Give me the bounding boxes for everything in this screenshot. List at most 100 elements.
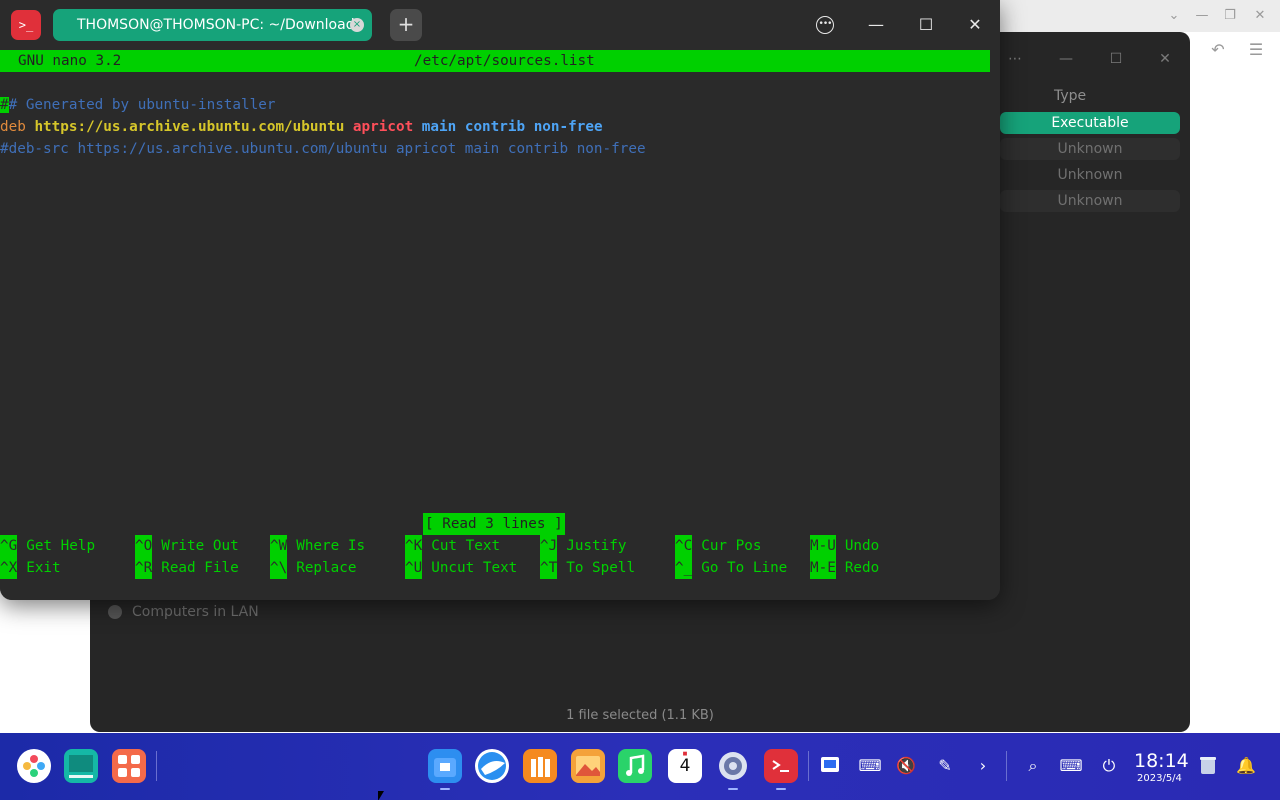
app-store-icon[interactable] (428, 749, 462, 783)
terminal-taskbar-icon[interactable] (764, 749, 798, 783)
nano-header-bar: GNU nano 3.2 /etc/apt/sources.list (0, 50, 990, 72)
onscreen-keyboard-icon[interactable]: ⌨ (1058, 753, 1084, 779)
close-button[interactable]: ✕ (963, 13, 987, 37)
calendar-icon[interactable]: ■ 4 (668, 749, 702, 783)
music-icon[interactable] (618, 749, 652, 783)
shortcut-undo: M-U Undo (810, 535, 879, 557)
menu-icon[interactable]: ••• (816, 16, 834, 34)
shortcut-go-to-line: ^_ Go To Line (675, 557, 787, 579)
settings-icon[interactable] (716, 749, 750, 783)
trash-icon[interactable] (1195, 753, 1221, 779)
type-cell[interactable]: Unknown (1000, 138, 1180, 160)
url-text: https://us.archive.ubuntu.com/ubuntu (34, 119, 345, 135)
shortcut-key: ^T (540, 557, 558, 579)
shortcut-label: Cut Text (431, 538, 501, 554)
shortcut-justify: ^J Justify (540, 535, 626, 557)
shortcut-read-file: ^R Read File (135, 557, 239, 579)
expand-tray-icon[interactable]: › (970, 753, 996, 779)
text-cursor: # (0, 97, 9, 113)
image-viewer-icon[interactable] (571, 749, 605, 783)
minimize-button[interactable]: — (864, 13, 888, 37)
editor-line[interactable]: deb https://us.archive.ubuntu.com/ubuntu… (0, 116, 603, 138)
workspace-icon[interactable] (112, 749, 146, 783)
status-bar: 1 file selected (1.1 KB) (566, 708, 714, 723)
minimize-icon[interactable]: — (1192, 6, 1212, 26)
shortcut-cur-pos: ^C Cur Pos (675, 535, 761, 557)
type-cell[interactable]: Unknown (1000, 164, 1180, 186)
globe-icon (108, 605, 122, 619)
menu-icon[interactable]: ⋯ (1004, 48, 1026, 70)
terminal-titlebar: >_ THOMSON@THOMSON-PC: ~/Downloads × + •… (0, 0, 1000, 50)
chevron-down-icon[interactable]: ⌄ (1164, 6, 1184, 26)
type-cell[interactable]: Unknown (1000, 190, 1180, 212)
shortcut-label: Write Out (161, 538, 239, 554)
tab-title: THOMSON@THOMSON-PC: ~/Downloads (77, 17, 362, 33)
shortcut-redo: M-E Redo (810, 557, 879, 579)
clock-date[interactable]: 2023/5/4 (1137, 773, 1182, 784)
taskbar-divider (808, 751, 809, 781)
clock-time[interactable]: 18:14 (1134, 751, 1189, 771)
app-center-icon[interactable] (523, 749, 557, 783)
maximize-button[interactable]: ☐ (914, 13, 938, 37)
shortcut-write-out: ^O Write Out (135, 535, 239, 557)
sidebar-item-label: Computers in LAN (132, 604, 259, 620)
terminal-app-icon: >_ (11, 10, 41, 40)
type-cell[interactable]: Executable (1000, 112, 1180, 134)
shortcut-exit: ^X Exit (0, 557, 61, 579)
close-icon[interactable]: ✕ (1154, 48, 1176, 70)
shortcut-key: M-E (810, 557, 836, 579)
launcher-icon[interactable] (17, 749, 51, 783)
running-indicator (440, 788, 450, 790)
shortcut-key: ^\ (270, 557, 288, 579)
type-column-header[interactable]: Type (1054, 88, 1086, 104)
shortcut-label: Uncut Text (431, 560, 518, 576)
shortcut-uncut-text: ^U Uncut Text (405, 557, 517, 579)
restore-icon[interactable]: ❐ (1220, 6, 1240, 26)
editor-line[interactable]: #deb-src https://us.archive.ubuntu.com/u… (0, 138, 646, 160)
minimize-icon[interactable]: — (1055, 48, 1077, 70)
shortcut-key: ^J (540, 535, 558, 557)
nano-status-message: [ Read 3 lines ] (423, 513, 565, 535)
editor-line[interactable]: ## Generated by ubuntu-installer (0, 94, 275, 116)
close-icon[interactable]: ✕ (1250, 6, 1270, 26)
mouse-pointer (378, 791, 384, 800)
shortcut-label: Read File (161, 560, 239, 576)
nano-editor[interactable]: GNU nano 3.2 /etc/apt/sources.list ## Ge… (0, 50, 1000, 600)
new-tab-button[interactable]: + (390, 9, 422, 41)
shortcut-key: ^O (135, 535, 153, 557)
shortcut-label: Justify (566, 538, 627, 554)
shortcut-key: ^C (675, 535, 693, 557)
running-indicator (728, 788, 738, 790)
shortcut-key: ^W (270, 535, 288, 557)
taskbar-divider (1006, 751, 1007, 781)
screenshot-icon[interactable] (817, 753, 843, 779)
terminal-window: >_ THOMSON@THOMSON-PC: ~/Downloads × + •… (0, 0, 1000, 600)
comment-text: #deb-src https://us.archive.ubuntu.com/u… (0, 141, 646, 157)
terminal-tab[interactable]: THOMSON@THOMSON-PC: ~/Downloads × (53, 9, 372, 41)
shortcut-label: Replace (296, 560, 357, 576)
volume-muted-icon[interactable]: 🔇 (893, 753, 919, 779)
shortcut-label: To Spell (566, 560, 636, 576)
multitask-view-icon[interactable] (64, 749, 98, 783)
browser-icon[interactable] (475, 749, 509, 783)
sidebar-item-computers-in-lan[interactable]: Computers in LAN (108, 604, 259, 620)
tab-close-icon[interactable]: × (350, 18, 364, 32)
shortcut-label: Cur Pos (701, 538, 762, 554)
pen-icon[interactable]: ✎ (932, 753, 958, 779)
undo-icon[interactable]: ↶ (1206, 38, 1230, 62)
power-icon[interactable]: ⏻ (1096, 753, 1122, 779)
shortcut-to-spell: ^T To Spell (540, 557, 635, 579)
distribution-text: apricot (352, 119, 414, 135)
taskbar-divider (156, 751, 157, 781)
notification-bell-icon[interactable]: 🔔 (1233, 753, 1259, 779)
shortcut-label: Exit (26, 560, 61, 576)
shortcut-key: M-U (810, 535, 836, 557)
hamburger-menu-icon[interactable]: ☰ (1244, 38, 1268, 62)
keyword-text: deb (0, 119, 26, 135)
search-icon[interactable]: ⌕ (1020, 753, 1046, 779)
shortcut-replace: ^\ Replace (270, 557, 356, 579)
nano-version: GNU nano 3.2 (18, 53, 122, 69)
components-text: main contrib non-free (421, 119, 603, 135)
maximize-icon[interactable]: ☐ (1105, 48, 1127, 70)
keyboard-layout-icon[interactable]: ⌨ (857, 753, 883, 779)
